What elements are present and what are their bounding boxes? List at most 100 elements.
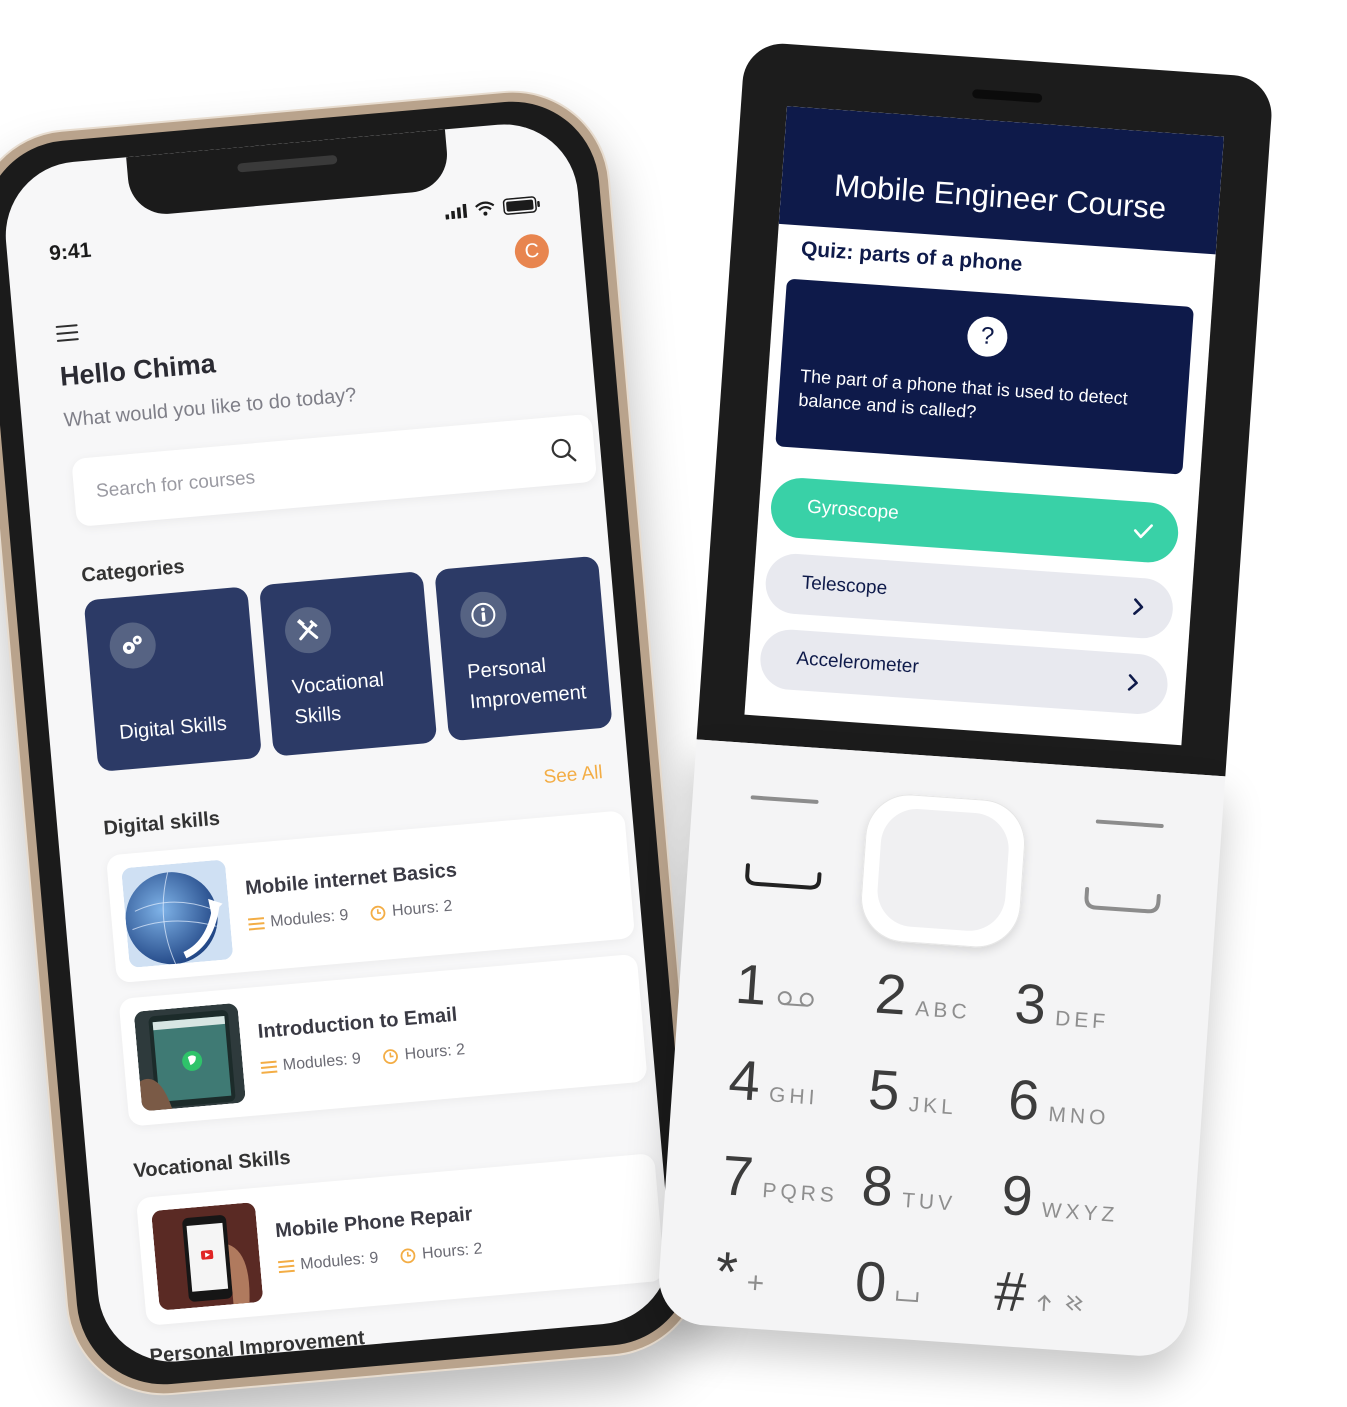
question-text: The part of a phone that is used to dete… — [797, 365, 1129, 423]
course-title: Introduction to Email — [256, 1003, 459, 1044]
info-icon — [458, 589, 509, 640]
key-letters: MNO — [1047, 1102, 1111, 1131]
right-softkey[interactable] — [1095, 819, 1164, 829]
course-title: Mobile Phone Repair — [274, 1203, 474, 1243]
avatar[interactable]: C — [513, 232, 551, 270]
signal-icon — [445, 203, 468, 220]
modules-icon — [247, 917, 265, 931]
call-key-icon[interactable] — [742, 861, 824, 897]
battery-icon — [502, 196, 540, 215]
wifi-icon — [475, 201, 495, 216]
tools-icon — [283, 605, 333, 656]
section-title-personal-improvement: Personal Improvement — [148, 1326, 366, 1368]
key-letters: ABC — [914, 997, 972, 1025]
category-vocational-skills[interactable]: Vocational Skills — [258, 570, 438, 757]
smartphone: 9:41 C Hello Chima What would you like t… — [0, 84, 710, 1402]
left-softkey[interactable] — [750, 795, 819, 805]
phone-repair-image — [151, 1202, 264, 1311]
key-7[interactable]: 7 PQRS — [720, 1143, 864, 1214]
option-accelerometer[interactable]: Accelerometer — [758, 627, 1170, 717]
voicemail-icon — [777, 991, 814, 1007]
feature-phone-keypad-body: 1 2 ABC 3 DEF 4 GHI 5 JKL 6 MNO 7 PQRS 8… — [655, 739, 1226, 1359]
feature-phone-screen: Mobile Engineer Course Quiz: parts of a … — [744, 106, 1224, 746]
category-label: Digital Skills — [118, 712, 228, 744]
course-meta: Modules: 9 Hours: 2 — [277, 1240, 484, 1276]
gears-icon — [107, 620, 158, 671]
quiz-title: Quiz: parts of a phone — [800, 237, 1023, 276]
course-meta: Modules: 9 Hours: 2 — [247, 898, 454, 934]
category-digital-skills[interactable]: Digital Skills — [83, 586, 262, 772]
modules-icon — [260, 1060, 278, 1074]
key-1[interactable]: 1 — [733, 951, 878, 1023]
clock-icon — [400, 1248, 416, 1264]
clock-icon — [383, 1049, 399, 1064]
modules-count: Modules: 9 — [269, 906, 350, 931]
search-bar — [71, 413, 598, 527]
key-digit: 7 — [720, 1143, 756, 1209]
space-icon — [896, 1290, 919, 1303]
clock-icon — [370, 905, 386, 921]
checkmark-icon — [1133, 524, 1153, 539]
key-digit: 0 — [853, 1248, 889, 1314]
key-digit: 1 — [733, 951, 769, 1017]
key-3[interactable]: 3 DEF — [1013, 971, 1157, 1042]
modules-icon — [277, 1259, 295, 1274]
key-hash[interactable]: # — [993, 1259, 1137, 1330]
key-8[interactable]: 8 TUV — [859, 1153, 1004, 1224]
key-letters: WXYZ — [1040, 1198, 1120, 1227]
key-digit: 5 — [866, 1057, 902, 1123]
search-icon[interactable] — [549, 436, 577, 464]
hours-count: Hours: 2 — [421, 1240, 484, 1263]
category-label: Vocational Skills — [291, 668, 385, 729]
section-title-vocational-skills: Vocational Skills — [132, 1146, 292, 1183]
course-card[interactable]: Mobile internet Basics Modules: 9 Hours:… — [105, 810, 636, 984]
key-digit: 8 — [859, 1153, 896, 1219]
key-9[interactable]: 9 WXYZ — [999, 1163, 1144, 1234]
hours-count: Hours: 2 — [403, 1041, 466, 1064]
key-letters: GHI — [768, 1083, 820, 1110]
smartphone-screen: 9:41 C Hello Chima What would you like t… — [0, 118, 677, 1368]
course-meta: Modules: 9 Hours: 2 — [260, 1041, 466, 1077]
categories-title: Categories — [80, 555, 186, 587]
hamburger-menu-icon[interactable] — [55, 324, 80, 347]
key-letters: JKL — [907, 1093, 958, 1120]
section-title-digital-skills: Digital skills — [102, 807, 221, 840]
key-0[interactable]: 0 — [853, 1248, 997, 1320]
key-letters: DEF — [1054, 1007, 1110, 1034]
course-card[interactable]: Mobile Phone Repair Modules: 9 Hours: 2 — [135, 1153, 666, 1326]
search-input[interactable] — [92, 440, 518, 508]
vibrate-icon — [1065, 1294, 1083, 1312]
end-key-icon[interactable] — [1081, 885, 1163, 921]
option-telescope[interactable]: Telescope — [763, 551, 1175, 641]
subgreeting: What would you like to do today? — [62, 384, 358, 432]
keypad: 1 2 ABC 3 DEF 4 GHI 5 JKL 6 MNO 7 PQRS 8… — [713, 951, 1157, 1330]
option-label: Gyroscope — [806, 496, 900, 524]
key-digit: 4 — [726, 1047, 763, 1113]
modules-count: Modules: 9 — [299, 1249, 380, 1274]
navigation-key[interactable] — [858, 791, 1028, 951]
course-card[interactable]: Introduction to Email Modules: 9 Hours: … — [118, 953, 648, 1127]
key-digit: 2 — [873, 961, 909, 1027]
categories-row: Digital Skills Vocational Skills Persona… — [83, 555, 613, 772]
feature-phone-top: Mobile Engineer Course Quiz: parts of a … — [696, 41, 1275, 777]
key-star[interactable]: * + — [713, 1239, 858, 1310]
question-mark-icon: ? — [966, 315, 1009, 359]
option-gyroscope[interactable]: Gyroscope — [768, 476, 1181, 565]
modules-count: Modules: 9 — [282, 1050, 362, 1074]
key-6[interactable]: 6 MNO — [1006, 1067, 1150, 1138]
key-letters: PQRS — [761, 1179, 839, 1208]
key-5[interactable]: 5 JKL — [866, 1057, 1011, 1128]
category-personal-improvement[interactable]: Personal Improvement — [434, 555, 613, 742]
chevron-right-icon — [1133, 598, 1144, 615]
chevron-right-icon — [1127, 674, 1138, 691]
key-letters: TUV — [901, 1188, 957, 1216]
see-all-link[interactable]: See All — [543, 762, 604, 789]
globe-image — [121, 859, 234, 969]
shift-icon — [1037, 1294, 1052, 1312]
key-2[interactable]: 2 ABC — [873, 961, 1017, 1033]
key-4[interactable]: 4 GHI — [726, 1047, 871, 1119]
option-label: Telescope — [801, 572, 888, 600]
app-title: Mobile Engineer Course — [833, 167, 1168, 226]
notch — [126, 129, 451, 218]
option-label: Accelerometer — [795, 648, 920, 678]
